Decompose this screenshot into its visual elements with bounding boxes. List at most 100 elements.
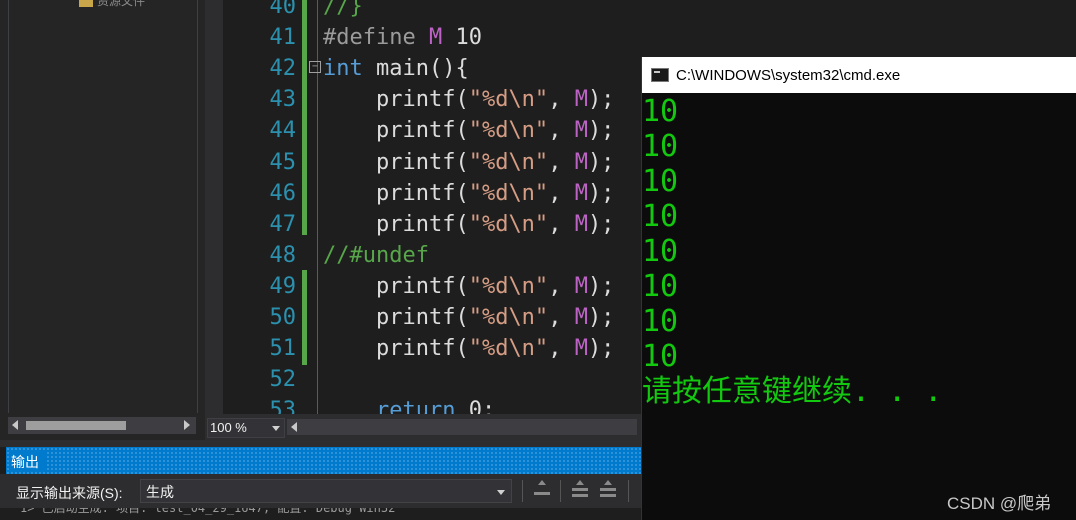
code-token: ); [587,118,615,144]
code-token: #define [323,25,429,51]
code-text: //} [323,0,363,22]
code-token: "%d\n" [468,87,549,113]
console-line: 10 [642,304,679,339]
scroll-right-icon[interactable] [184,420,190,430]
collapse-icon[interactable]: − [309,61,321,73]
change-indicator [302,270,307,365]
editor-horizontal-scrollbar[interactable] [287,419,637,435]
line-number: 52 [269,367,297,393]
code-line[interactable]: 48 //#undef [205,240,641,271]
code-line[interactable]: 52 [205,364,641,395]
toolbar-separator [628,480,629,502]
code-token: ); [587,305,615,330]
solution-explorer-panel: 资源文件 [0,0,205,440]
code-token: printf( [323,273,469,299]
console-prompt: 请按任意键继续. . . [642,374,943,409]
code-text: printf("%d\n", M); [323,333,614,364]
code-text: return 0; [323,395,495,414]
code-line[interactable]: 43 printf("%d\n", M); [205,84,641,115]
code-token: , [548,118,575,144]
folder-icon [79,0,93,7]
code-text: printf("%d\n", M); [323,209,614,240]
cmd-window[interactable]: C:\WINDOWS\system32\cmd.exe 10 10 10 10 10 10… [641,57,1076,520]
code-token: //#undef [323,242,429,268]
code-token: printf( [323,149,469,175]
code-token: ); [587,87,615,113]
toolbar-separator [522,480,523,502]
code-text: int main(){ [323,53,469,84]
chevron-down-icon [272,426,280,431]
output-text-line: 1> 已启动生成: 项目: test_04_29_1647, 配置: Debug… [20,508,396,515]
chevron-down-icon [497,490,505,495]
horizontal-scrollbar[interactable] [8,417,196,434]
output-toolbar: 显示输出来源(S): 生成 [0,474,641,508]
code-token: "%d\n" [468,305,549,330]
code-token: M [574,336,588,362]
code-line[interactable]: 50 printf("%d\n", M); [205,302,641,333]
panel-splitter[interactable] [0,440,641,447]
code-token: ); [587,149,615,175]
zoom-dropdown[interactable]: 100 % [207,418,285,438]
bar-icon [600,488,616,491]
code-token: 0; [468,398,496,414]
code-line[interactable]: 47 printf("%d\n", M); [205,209,641,240]
find-message-button[interactable] [532,480,552,500]
code-text: printf("%d\n", M); [323,147,614,178]
editor-status-bar: 100 % [205,414,641,440]
console-line: 10 [642,269,679,304]
line-number: 44 [269,118,297,144]
code-token: "%d\n" [468,336,549,362]
previous-message-button[interactable] [570,480,590,500]
change-indicator [302,0,307,235]
code-token: "%d\n" [468,211,549,237]
scroll-left-icon[interactable] [12,420,18,430]
code-token: M [428,25,443,51]
code-token: , [548,273,575,299]
arrow-up-icon [576,480,584,485]
next-message-button[interactable] [598,480,618,500]
console-icon [651,68,669,82]
code-line[interactable]: 45 printf("%d\n", M); [205,147,641,178]
code-token: M [574,149,588,175]
code-line[interactable]: 40 //} [205,0,641,22]
code-token: M [574,118,588,144]
code-text: printf("%d\n", M); [323,178,614,209]
line-number: 40 [269,0,297,19]
code-token: M [574,87,588,113]
code-line[interactable]: 42 int main(){ [205,53,641,84]
console-line: 10 [642,339,679,374]
scroll-left-icon[interactable] [291,422,297,432]
code-token: printf( [323,180,469,206]
code-token: ); [587,336,615,362]
code-line[interactable]: 51 printf("%d\n", M); [205,333,641,364]
code-token: ); [587,273,615,299]
code-line[interactable]: 44 printf("%d\n", M); [205,115,641,146]
code-token: "%d\n" [468,149,549,175]
zoom-value: 100 % [210,420,247,435]
output-source-select[interactable]: 生成 [140,479,512,503]
code-token: M [574,180,588,206]
arrow-up-icon [604,480,612,485]
code-text: printf("%d\n", M); [323,271,614,302]
tree-item-resource-files[interactable]: 资源文件 [79,0,145,8]
cmd-title-bar[interactable]: C:\WINDOWS\system32\cmd.exe [642,57,1076,93]
code-text: printf("%d\n", M); [323,302,614,333]
bar-icon [572,494,588,497]
code-line[interactable]: 53 return 0; [205,395,641,414]
code-line[interactable]: 49 printf("%d\n", M); [205,271,641,302]
code-text: #define M 10 [323,22,482,53]
code-token: main(){ [362,56,469,82]
code-token: ); [587,211,615,237]
code-line[interactable]: 46 printf("%d\n", M); [205,178,641,209]
output-panel-header[interactable]: 输出 [6,447,641,474]
code-token: printf( [323,336,469,362]
code-line[interactable]: 41 #define M 10 [205,22,641,53]
bar-icon [572,488,588,491]
scrollbar-thumb[interactable] [26,421,126,430]
toolbar-separator [560,480,561,502]
code-token: 10 [442,25,482,51]
output-text-area[interactable]: 1> 已启动生成: 项目: test_04_29_1647, 配置: Debug… [0,508,641,520]
code-editor[interactable]: 40 //} 41 #define M 10 42 int main(){43 print… [205,0,641,414]
code-token: "%d\n" [468,118,549,144]
line-number: 47 [269,211,297,237]
